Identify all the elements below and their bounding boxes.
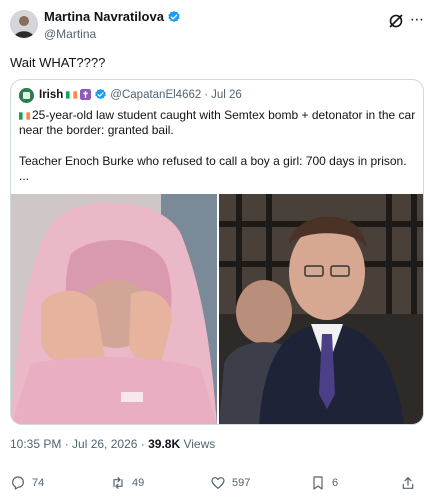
share-icon <box>402 477 414 489</box>
quote-author-handle[interactable]: @CapatanEl4662 <box>110 89 201 101</box>
quote-author-avatar[interactable] <box>19 88 34 103</box>
share-button[interactable] <box>400 475 416 491</box>
views-label: Views <box>183 437 216 451</box>
grok-icon[interactable] <box>388 13 404 29</box>
bookmark-icon <box>313 476 323 490</box>
verified-badge-icon <box>168 10 180 22</box>
repost-count: 49 <box>132 477 145 489</box>
quote-text-line-3: Teacher Enoch Burke who refused to call … <box>19 154 407 168</box>
quote-header: Irish @CapatanEl4662 · Jul 26 <box>39 88 242 101</box>
purple-cross-icon <box>80 89 92 100</box>
quote-date[interactable]: Jul 26 <box>211 89 242 101</box>
quote-spacer <box>19 138 419 154</box>
like-button[interactable]: 597 <box>210 475 250 491</box>
author-handle[interactable]: @Martina <box>44 27 96 41</box>
bookmark-button[interactable]: 6 <box>310 475 338 491</box>
man-in-suit-photo[interactable] <box>219 194 423 424</box>
author-name[interactable]: Martina Navratilova <box>44 9 164 24</box>
bookmark-count: 6 <box>332 477 339 489</box>
quote-text: 25-year-old law student caught with Semt… <box>19 108 419 184</box>
hoodie-photo[interactable] <box>11 194 217 424</box>
author-avatar[interactable] <box>10 10 38 38</box>
quoted-tweet-card[interactable]: Irish @CapatanEl4662 · Jul 26 25-year-ol… <box>10 79 424 425</box>
quote-text-line-4: ... <box>19 169 30 183</box>
reply-count: 74 <box>32 477 45 489</box>
quote-verified-badge-icon <box>95 88 107 100</box>
tweet-actions: 74 49 597 6 <box>10 475 420 495</box>
views-count: 39.8K <box>148 437 181 451</box>
quote-author-name[interactable]: Irish <box>39 89 63 101</box>
tweet-meta: 10:35 PM · Jul 26, 2026 · 39.8K Views <box>10 437 215 451</box>
ireland-flag-icon <box>66 90 78 99</box>
like-count: 597 <box>232 477 251 489</box>
ireland-flag-icon <box>19 112 30 120</box>
reply-button[interactable]: 74 <box>10 475 44 491</box>
heart-icon <box>211 477 225 489</box>
quote-text-line-2: near the border: granted bail. <box>19 123 174 137</box>
repost-icon <box>113 477 123 489</box>
quote-text-line-1: 25-year-old law student caught with Semt… <box>19 108 419 123</box>
tweet-text: Wait WHAT???? <box>10 55 106 70</box>
more-options-icon[interactable]: ⋯ <box>410 11 425 28</box>
reply-icon <box>12 476 24 490</box>
tweet-timestamp[interactable]: 10:35 PM · Jul 26, 2026 · <box>10 437 145 451</box>
repost-button[interactable]: 49 <box>110 475 144 491</box>
quote-separator: · <box>204 88 209 101</box>
author-name-row[interactable]: Martina Navratilova <box>44 9 181 24</box>
